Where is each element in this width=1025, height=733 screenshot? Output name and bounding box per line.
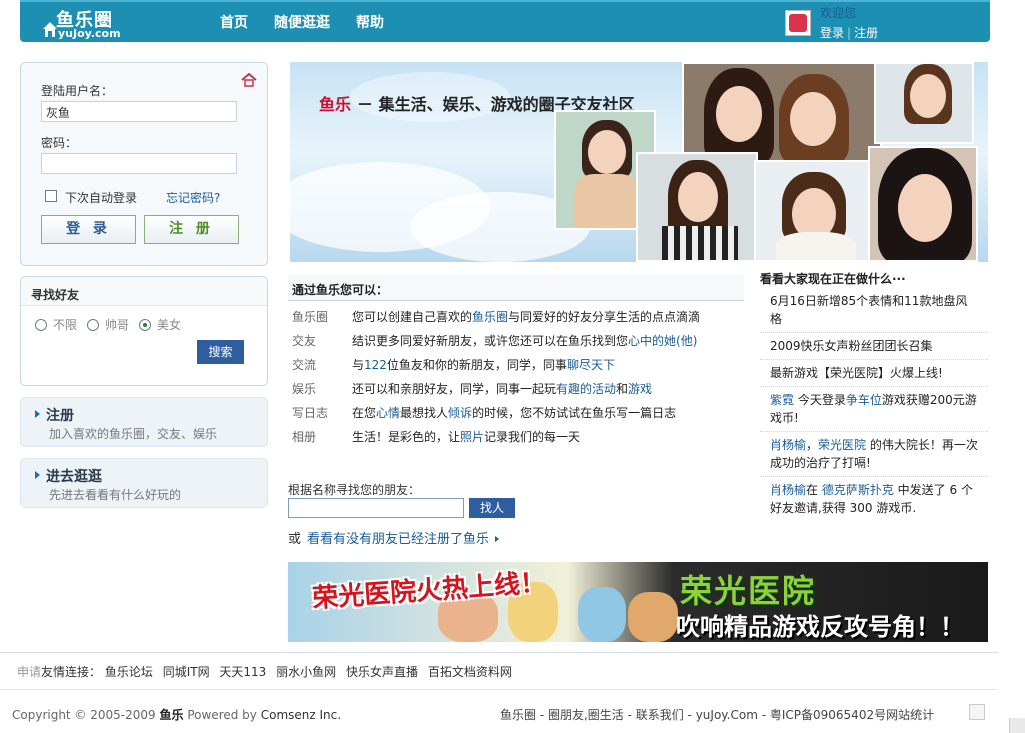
welcome-text: 欢迎您 (820, 6, 857, 20)
top-header: 鱼乐圈 yuJoy.com 首页 随便逛逛 帮助 欢迎您 登录 | 注册 (20, 0, 990, 42)
user-link[interactable]: 肖杨榆 (770, 438, 806, 452)
feature-row: 相册 生活！是彩色的，让照片记录我们的每一天 (292, 430, 581, 444)
footer-brand: 鱼乐 (159, 708, 184, 722)
user-box: 欢迎您 登录 | 注册 (785, 6, 985, 40)
activity-feed: 看看大家现在正在做什么··· 6月16日新增85个表情和11款地盘风格 2009… (760, 270, 988, 521)
activity-item[interactable]: 肖杨榆，荣光医院 的伟大院长！再一次成功的治疗了打嗝! (760, 432, 988, 477)
banner-photo (868, 146, 978, 262)
gender-radio-female[interactable]: 美女 (139, 316, 181, 333)
login-button[interactable]: 登 录 (41, 215, 136, 244)
avatar[interactable] (785, 10, 811, 36)
feature-link[interactable]: 122 (364, 358, 387, 372)
feature-link[interactable]: 心中的她(他) (628, 334, 697, 348)
name-search-label: 根据名称寻找您的朋友： (288, 483, 421, 497)
find-friends-search-button[interactable]: 搜索 (197, 340, 244, 364)
feature-link[interactable]: 有趣的活动 (556, 382, 616, 396)
footer-links[interactable]: 鱼乐圈 - 圈朋友,圈生活 - 联系我们 - yuJoy.Com - 粤ICP备… (500, 706, 934, 723)
friend-links: 申请友情连接： 鱼乐论坛 同城IT网 天天113 丽水小鱼网 快乐女声直播 百拓… (0, 652, 998, 690)
feature-link[interactable]: 照片 (460, 430, 484, 444)
find-person-button[interactable]: 找人 (469, 498, 515, 518)
banner-photo (682, 62, 882, 162)
powered-by: Powered by (187, 708, 257, 722)
logo-text-en: yuJoy.com (58, 27, 121, 40)
feature-row: 交友 结识更多同爱好新朋友，或许您还可以在鱼乐找到您心中的她(他) (292, 334, 698, 348)
activity-title: 看看大家现在正在做什么··· (760, 272, 906, 286)
activity-item[interactable]: 紫霓 今天登录争车位游戏获赠200元游戏币! (760, 387, 988, 432)
friend-links-title: 友情连接： (41, 665, 102, 679)
activity-item[interactable]: 最新游戏【荣光医院】火爆上线! (760, 360, 988, 387)
remember-checkbox[interactable] (45, 190, 57, 202)
game-ad-title: 荣光医院 (680, 572, 817, 610)
find-friends-title: 寻找好友 (21, 277, 267, 306)
promo-visit-title: 进去逛逛 (35, 466, 102, 486)
feature-row: 鱼乐圈 您可以创建自己喜欢的鱼乐圈与同爱好的好友分享生活的点点滴滴 (292, 310, 701, 324)
name-search: 根据名称寻找您的朋友： 找人 或看看有没有朋友已经注册了鱼乐 (288, 481, 588, 547)
friend-link[interactable]: 同城IT网 (163, 665, 210, 679)
nav-home[interactable]: 首页 (220, 12, 248, 32)
feature-link[interactable]: 鱼乐圈 (472, 310, 508, 324)
friend-link[interactable]: 鱼乐论坛 (105, 665, 153, 679)
nav-browse[interactable]: 随便逛逛 (274, 12, 330, 32)
game-link[interactable]: 德克萨斯扑克 (822, 483, 894, 497)
nav-help[interactable]: 帮助 (356, 12, 384, 32)
remember-label: 下次自动登录 (65, 191, 138, 205)
promo-register-desc: 加入喜欢的鱼乐圈，交友、娱乐 (49, 427, 218, 441)
feature-row: 交流 与122位鱼友和你的新朋友，同学，同事聊尽天下 (292, 358, 615, 372)
comsenz-link[interactable]: Comsenz Inc. (261, 708, 341, 722)
hero-banner: 鱼乐－ 集生活、娱乐、游戏的圈子交友社区 (290, 62, 988, 262)
scrollbar-corner (1009, 718, 1025, 733)
friend-link[interactable]: 百拓文档资料网 (428, 665, 512, 679)
feature-link[interactable]: 倾诉 (448, 406, 472, 420)
feature-link[interactable]: 心情 (376, 406, 400, 420)
register-button[interactable]: 注 册 (144, 215, 239, 244)
promo-register-title: 注册 (35, 405, 74, 425)
user-link[interactable]: 肖杨榆 (770, 483, 806, 497)
feature-link[interactable]: 聊尽天下 (567, 358, 615, 372)
forgot-password-link[interactable]: 忘记密码? (166, 189, 220, 206)
copyright: Copyright © 2005-2009 (12, 708, 156, 722)
features-title: 通过鱼乐您可以： (288, 275, 744, 301)
features-panel: 通过鱼乐您可以： 鱼乐圈 您可以创建自己喜欢的鱼乐圈与同爱好的好友分享生活的点点滴… (288, 275, 744, 449)
header-login-link[interactable]: 登录 (820, 26, 844, 40)
check-friends-link[interactable]: 看看有没有朋友已经注册了鱼乐 (307, 532, 499, 547)
home-icon[interactable] (241, 73, 257, 87)
banner-photo (754, 160, 872, 262)
find-friends-panel: 寻找好友 不限 帅哥 美女 搜索 (20, 276, 268, 386)
game-link[interactable]: 争车位 (846, 393, 882, 407)
promo-visit-desc: 先进去看看有什么好玩的 (49, 488, 182, 502)
password-input[interactable] (41, 153, 237, 174)
header-register-link[interactable]: 注册 (854, 26, 878, 40)
activity-item[interactable]: 6月16日新增85个表情和11款地盘风格 (760, 288, 988, 333)
user-link[interactable]: 紫霓 (770, 393, 794, 407)
main-nav: 首页 随便逛逛 帮助 (220, 12, 384, 32)
username-input[interactable]: 灰鱼 (41, 101, 237, 122)
gender-radio-any[interactable]: 不限 (35, 316, 77, 333)
username-label: 登陆用户名： (41, 84, 114, 98)
page-footer: Copyright © 2005-2009 鱼乐 Powered by Coms… (12, 704, 987, 726)
feature-row: 娱乐 还可以和亲朋好友，同学，同事一起玩有趣的活动和游戏 (292, 382, 653, 396)
password-label: 密码： (41, 136, 78, 150)
name-search-input[interactable] (288, 498, 464, 518)
game-link[interactable]: 荣光医院 (818, 438, 866, 452)
friend-link[interactable]: 丽水小鱼网 (276, 665, 336, 679)
site-logo[interactable]: 鱼乐圈 yuJoy.com (42, 6, 137, 40)
game-ad-banner[interactable]: 荣光医院火热上线！ 荣光医院 吹响精品游戏反攻号角！！ (288, 562, 988, 642)
banner-photo (874, 62, 974, 144)
back-to-top-icon[interactable] (969, 704, 985, 720)
activity-item[interactable]: 肖杨榆在 德克萨斯扑克 中发送了 6 个好友邀请,获得 300 游戏币. (760, 477, 988, 521)
login-panel: 登陆用户名： 灰鱼 密码： 下次自动登录 忘记密码? 登 录 注 册 (20, 62, 268, 266)
game-ad-slogan: 吹响精品游戏反攻号角！！ (676, 613, 964, 641)
promo-visit[interactable]: 进去逛逛 先进去看看有什么好玩的 (20, 458, 268, 508)
feature-row: 写日志 在您心情最想找人倾诉的时候，您不妨试试在鱼乐写一篇日志 (292, 406, 677, 420)
feature-link[interactable]: 游戏 (628, 382, 652, 396)
activity-item[interactable]: 2009快乐女声粉丝团团长召集 (760, 333, 988, 360)
friend-link[interactable]: 快乐女声直播 (346, 665, 418, 679)
banner-photo (636, 152, 758, 262)
apply-link[interactable]: 申请 (17, 665, 41, 679)
friend-link[interactable]: 天天113 (219, 665, 266, 679)
promo-register[interactable]: 注册 加入喜欢的鱼乐圈，交友、娱乐 (20, 397, 268, 447)
gender-radio-male[interactable]: 帅哥 (87, 316, 129, 333)
